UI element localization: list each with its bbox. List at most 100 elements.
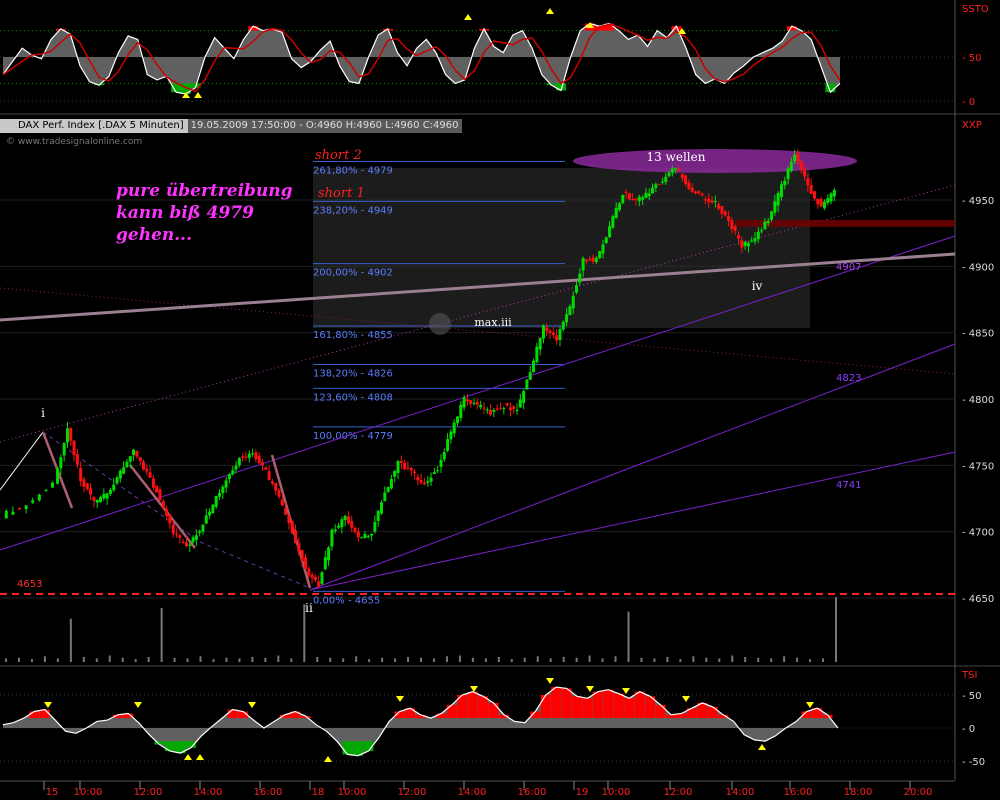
volume-bar — [108, 655, 111, 662]
volume-bar — [160, 608, 163, 662]
candle-up — [227, 474, 231, 479]
candle-up — [525, 379, 529, 390]
candle-down — [85, 483, 89, 490]
candle-up — [122, 467, 126, 474]
candle-down — [512, 406, 516, 409]
candle-down — [151, 478, 155, 488]
candle-down — [161, 501, 165, 509]
volume-bar — [536, 656, 539, 662]
candle-up — [65, 428, 69, 443]
candle-up — [340, 519, 344, 528]
candle-up — [125, 461, 129, 468]
candle-down — [416, 476, 420, 481]
candle-up — [231, 470, 235, 475]
tsi-positive-fill — [478, 696, 489, 719]
candle-up — [575, 285, 579, 293]
volume-bar — [705, 657, 708, 662]
tsi-tick-label: - -50 — [962, 757, 985, 768]
candle-up — [204, 515, 208, 524]
volume-bar — [458, 655, 461, 662]
volume-bar — [238, 658, 241, 662]
candle-up — [62, 442, 66, 456]
candle-up — [432, 472, 436, 475]
candle-up — [773, 201, 777, 213]
candle-down — [545, 327, 549, 332]
volume-bar — [355, 656, 358, 662]
volume-bar — [679, 659, 682, 662]
volume-bar — [432, 658, 435, 662]
candle-down — [260, 462, 264, 466]
candle-up — [221, 486, 225, 494]
volume-bar — [588, 655, 591, 662]
drag-handle — [429, 313, 451, 335]
candle-down — [307, 568, 311, 576]
candle-up — [713, 200, 717, 202]
candle-down — [809, 185, 813, 195]
support-label: 4653 — [17, 579, 42, 590]
candle-down — [684, 175, 688, 184]
candle-down — [508, 407, 512, 411]
wave-label-i: i — [41, 406, 45, 420]
volume-bar — [783, 656, 786, 662]
candle-down — [720, 206, 724, 214]
volume-bar — [420, 657, 422, 662]
quote-readout: 19.05.2009 17:50:00 - O:4960 H:4960 L:49… — [187, 119, 462, 133]
candle-down — [717, 204, 721, 209]
candle-up — [366, 535, 370, 537]
candle-up — [793, 154, 797, 162]
candle-up — [621, 194, 625, 204]
candle-up — [436, 470, 440, 472]
volume-bar — [562, 656, 565, 662]
candle-down — [703, 199, 707, 201]
candle-up — [829, 193, 833, 202]
candle-down — [727, 216, 731, 221]
candle-down — [300, 550, 304, 562]
annotation-line-3: gehen... — [116, 225, 192, 245]
candle-up — [647, 193, 651, 197]
candle-up — [452, 422, 456, 434]
candle-up — [594, 257, 598, 262]
candle-up — [343, 515, 347, 521]
main-tick-label: - 4700 — [962, 528, 994, 539]
candle-up — [674, 168, 678, 170]
x-tick-label: 16:00 — [784, 787, 813, 798]
candle-down — [264, 467, 268, 470]
annotation-line-2: kann biß 4979 — [116, 203, 254, 223]
candle-down — [356, 531, 360, 538]
main-tick-label: - 4950 — [962, 196, 994, 207]
candle-down — [171, 524, 175, 534]
candle-up — [528, 372, 532, 380]
candle-down — [813, 191, 817, 199]
candle-up — [330, 529, 334, 547]
x-tick-label: 10:00 — [338, 787, 367, 798]
candle-down — [505, 403, 509, 406]
x-tick-label: 10:00 — [602, 787, 631, 798]
candle-up — [211, 504, 215, 514]
candle-up — [766, 220, 770, 224]
candle-up — [578, 273, 582, 283]
candle-up — [376, 510, 380, 521]
candle-up — [538, 337, 542, 350]
panel-tag-ssto: SSTO — [962, 4, 989, 15]
candle-down — [353, 527, 357, 532]
annotation-line-1: pure übertreibung — [116, 181, 293, 201]
candle-down — [796, 152, 800, 163]
short-2-label: short 2 — [315, 148, 362, 163]
candle-down — [413, 471, 417, 473]
wave-label-ii: ii — [305, 601, 313, 615]
candle-up — [59, 457, 63, 469]
candle-up — [234, 465, 238, 470]
volume-bar — [809, 659, 812, 662]
candle-down — [303, 557, 307, 569]
candle-up — [502, 408, 506, 410]
candle-down — [181, 541, 185, 543]
candle-up — [363, 533, 367, 539]
candle-down — [495, 408, 499, 410]
candle-down — [419, 480, 423, 483]
candle-down — [254, 452, 258, 459]
candle-up — [492, 409, 496, 412]
tsi-positive-fill — [634, 691, 645, 719]
candle-up — [479, 404, 483, 408]
volume-bar — [445, 656, 448, 662]
x-tick-label: 12:00 — [134, 787, 163, 798]
